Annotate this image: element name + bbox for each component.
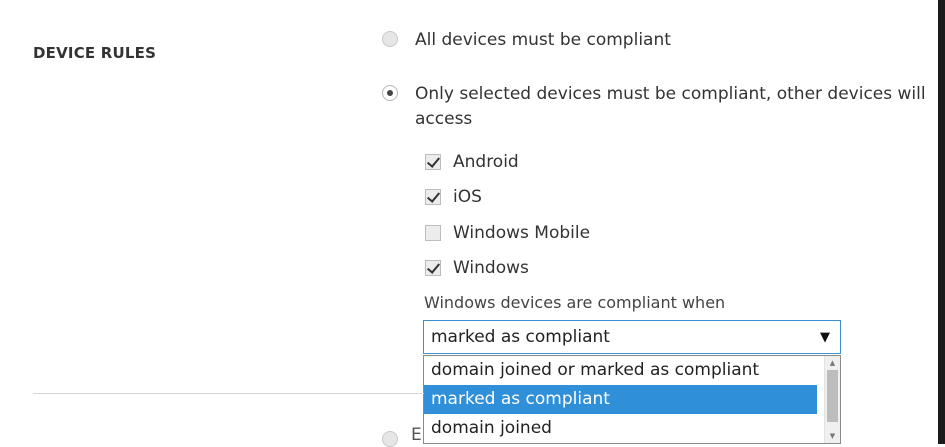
checkbox-windows-mobile-label: Windows Mobile (453, 223, 591, 243)
radio-selected-devices-control[interactable] (382, 85, 398, 101)
checkbox-windows[interactable]: Windows (425, 258, 529, 278)
scroll-down-icon[interactable]: ▼ (825, 429, 840, 443)
checkbox-ios[interactable]: iOS (425, 187, 482, 207)
checkbox-android[interactable]: Android (425, 152, 519, 172)
radio-selected-devices-label: Only selected devices must be compliant,… (415, 84, 926, 129)
radio-all-devices[interactable]: All devices must be compliant (382, 28, 671, 53)
next-section-partial-text: E (411, 425, 422, 445)
checkbox-windows-mobile[interactable]: Windows Mobile (425, 223, 590, 243)
checkbox-ios-label: iOS (453, 187, 482, 207)
dropdown-option-domain-joined[interactable]: domain joined (424, 414, 817, 443)
checkbox-windows-label: Windows (453, 258, 529, 278)
checkbox-android-label: Android (453, 152, 519, 172)
device-rules-panel: DEVICE RULES All devices must be complia… (0, 0, 945, 447)
window-edge (938, 0, 945, 444)
scrollbar-thumb[interactable] (827, 370, 838, 422)
windows-compliance-dropdown[interactable]: domain joined or marked as compliant mar… (423, 355, 841, 444)
dropdown-option-domain-joined-or-compliant[interactable]: domain joined or marked as compliant (424, 356, 817, 385)
windows-compliance-label: Windows devices are compliant when (424, 293, 726, 312)
section-divider (33, 393, 424, 394)
section-title: DEVICE RULES (33, 44, 157, 62)
checkbox-windows-mobile-control[interactable] (425, 225, 441, 241)
dropdown-option-marked-compliant[interactable]: marked as compliant (424, 385, 817, 414)
radio-selected-devices[interactable]: Only selected devices must be compliant,… (382, 82, 926, 132)
checkbox-windows-control[interactable] (425, 260, 441, 276)
radio-all-devices-label: All devices must be compliant (415, 30, 671, 50)
next-section-radio[interactable] (382, 431, 398, 447)
windows-compliance-select-value: marked as compliant (431, 327, 610, 347)
windows-compliance-select[interactable]: marked as compliant ▼ (423, 320, 841, 354)
scroll-up-icon[interactable]: ▲ (825, 356, 840, 370)
dropdown-scrollbar[interactable]: ▲ ▼ (824, 356, 840, 443)
checkbox-android-control[interactable] (425, 154, 441, 170)
chevron-down-icon: ▼ (820, 329, 830, 345)
checkbox-ios-control[interactable] (425, 189, 441, 205)
radio-all-devices-control[interactable] (382, 31, 398, 47)
